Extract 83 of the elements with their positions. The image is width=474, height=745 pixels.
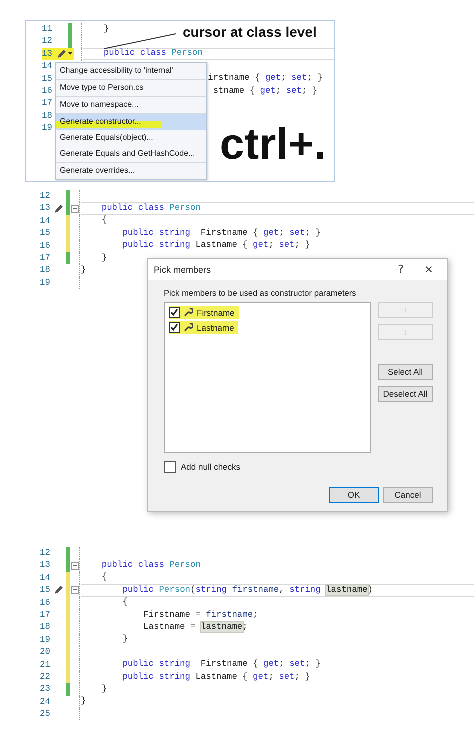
checkbox[interactable] xyxy=(169,322,180,333)
line-number: 12 xyxy=(42,35,54,48)
line-number: 13 xyxy=(42,48,56,60)
line-number: 19 xyxy=(42,122,54,135)
menu-item[interactable]: Change accessibility to 'internal' xyxy=(56,63,206,80)
pencil-icon xyxy=(54,585,64,596)
line-number: 19 xyxy=(40,276,52,290)
instruction-text: Pick members to be used as constructor parameters xyxy=(164,288,358,298)
dialog-button[interactable]: OK xyxy=(329,487,379,503)
code-line: public class Person xyxy=(102,48,203,60)
checkbox-label: Add null checks xyxy=(181,462,241,472)
wrench-icon xyxy=(184,308,193,317)
line-number: 15 xyxy=(40,584,52,597)
code-line: public Person(string firstname, string lastname) xyxy=(122,584,374,596)
member-item[interactable]: Firstname xyxy=(169,306,239,319)
line-number: 16 xyxy=(40,240,52,252)
line-number: 12 xyxy=(40,190,52,202)
line-number: 14 xyxy=(40,214,52,228)
annotation-text: cursor at class level xyxy=(183,24,317,40)
line-number: 14 xyxy=(42,60,54,73)
collapse-icon[interactable] xyxy=(70,562,78,570)
select-button[interactable]: Deselect All xyxy=(378,386,433,402)
code-line: irstname { get; set; } xyxy=(208,73,323,84)
line-number: 17 xyxy=(40,252,52,264)
line-number: 22 xyxy=(40,670,52,684)
collapse-icon[interactable] xyxy=(70,586,78,594)
code-line: Lastname = lastname; xyxy=(142,622,248,634)
help-button[interactable]: ? xyxy=(389,263,413,276)
select-button[interactable]: Select All xyxy=(378,364,433,380)
line-number: 16 xyxy=(42,84,54,98)
line-number: 12 xyxy=(40,547,52,560)
code-line: { xyxy=(122,597,128,608)
pencil-icon xyxy=(54,204,64,214)
code-line: } xyxy=(122,634,128,646)
line-number: 21 xyxy=(40,658,52,671)
line-number: 25 xyxy=(40,708,52,720)
code-line: public class Person xyxy=(100,203,201,214)
line-number: 24 xyxy=(40,696,52,708)
menu-item[interactable]: Generate overrides... xyxy=(56,163,206,179)
checkbox[interactable] xyxy=(169,307,180,318)
wrench-icon xyxy=(184,323,193,332)
code-line: stname { get; set; } xyxy=(212,86,318,97)
pencil-icon xyxy=(57,48,67,59)
line-number: 15 xyxy=(42,72,54,85)
code-line: public class Person xyxy=(100,560,201,572)
dialog-title: Pick members xyxy=(154,264,212,274)
line-number: 13 xyxy=(40,202,52,215)
line-number: 18 xyxy=(42,110,54,122)
dialog-button[interactable]: Cancel xyxy=(383,487,433,503)
code-line: } xyxy=(81,265,86,276)
line-number: 13 xyxy=(40,559,52,572)
line-number: 17 xyxy=(42,97,54,110)
shortcut-text: ctrl+. xyxy=(220,121,326,169)
code-line: } xyxy=(81,696,86,708)
code-line: Firstname = firstname; xyxy=(142,610,258,621)
code-line: public string Lastname { get; set; } xyxy=(122,672,310,683)
line-number: 11 xyxy=(42,23,54,36)
line-number: 20 xyxy=(40,646,52,659)
member-item[interactable]: Lastname xyxy=(169,321,238,334)
collapse-icon[interactable] xyxy=(70,204,78,213)
quick-actions-button[interactable] xyxy=(56,48,74,60)
line-number: 14 xyxy=(40,572,52,584)
checkbox[interactable] xyxy=(164,461,176,473)
line-number: 19 xyxy=(40,634,52,646)
line-number: 18 xyxy=(40,264,52,277)
line-number: 18 xyxy=(40,621,52,634)
code-line: public string Firstname { get; set; } xyxy=(122,659,321,670)
line-number: 17 xyxy=(40,608,52,622)
menu-item[interactable]: Generate Equals(object)... xyxy=(56,130,206,146)
code-line: { xyxy=(100,572,108,584)
code-line: } xyxy=(100,252,108,264)
line-number: 15 xyxy=(40,227,52,240)
menu-item[interactable]: Move type to Person.cs xyxy=(56,80,206,97)
line-number: 16 xyxy=(40,596,52,609)
code-line: } xyxy=(102,24,110,35)
menu-item[interactable]: Generate Equals and GetHashCode... xyxy=(56,146,206,163)
line-number: 23 xyxy=(40,683,52,696)
close-button[interactable]: × xyxy=(417,263,441,276)
code-line: public string Firstname { get; set; } xyxy=(122,228,321,239)
code-line: public string Lastname { get; set; } xyxy=(122,240,310,252)
code-line: } xyxy=(100,684,108,695)
caret-icon xyxy=(68,52,73,56)
code-line: { xyxy=(100,215,108,226)
